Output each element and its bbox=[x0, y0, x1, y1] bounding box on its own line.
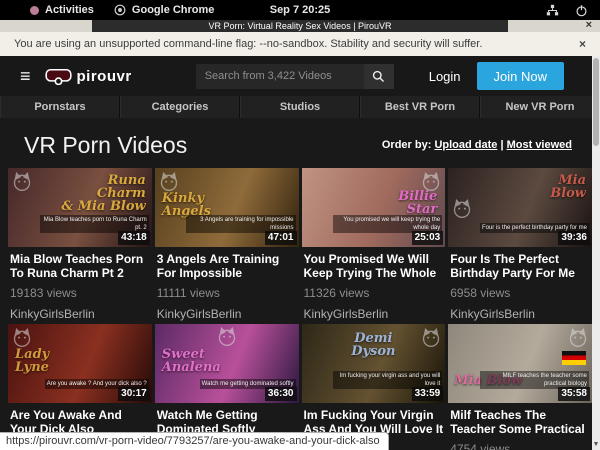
duration-badge: 43:18 bbox=[118, 231, 150, 245]
studio-watermark-icon bbox=[159, 171, 179, 193]
video-title[interactable]: Four Is The Perfect Birthday Party For M… bbox=[450, 252, 590, 280]
search-bar bbox=[196, 64, 394, 89]
studio-watermark-icon bbox=[568, 327, 588, 349]
tab-title: VR Porn: Virtual Reality Sex Videos | Pi… bbox=[208, 21, 391, 31]
video-views: 11326 views bbox=[304, 286, 444, 300]
video-card[interactable]: Kinky Angels 3 Angels are training for i… bbox=[155, 168, 299, 321]
app-menu-button[interactable]: Google Chrome bbox=[114, 4, 215, 16]
video-thumbnail[interactable]: Mia Blow MILF teaches the teacher some p… bbox=[448, 324, 592, 403]
video-thumbnail[interactable]: Sweet Analena Watch me getting dominated… bbox=[155, 324, 299, 403]
video-views: 4754 views bbox=[450, 442, 590, 450]
video-views: 6958 views bbox=[450, 286, 590, 300]
video-thumbnail[interactable]: Billie Star You promised we will keep tr… bbox=[302, 168, 446, 247]
order-most-viewed-link[interactable]: Most viewed bbox=[507, 139, 572, 151]
video-card[interactable]: Billie Star You promised we will keep tr… bbox=[302, 168, 446, 321]
video-thumbnail[interactable]: Demi Dyson Im fucking your virgin ass an… bbox=[302, 324, 446, 403]
studio-watermark-icon bbox=[217, 326, 237, 348]
status-url-tooltip: https://pirouvr.com/vr-porn-video/779325… bbox=[0, 432, 389, 450]
order-by-controls: Order by: Upload date | Most viewed bbox=[382, 139, 572, 151]
page-scrollbar[interactable]: ▼ bbox=[592, 56, 600, 450]
order-upload-date-link[interactable]: Upload date bbox=[434, 139, 497, 151]
video-studio-link[interactable]: KinkyGirlsBerlin bbox=[10, 307, 150, 321]
infobar-message: You are using an unsupported command-lin… bbox=[14, 38, 482, 50]
video-views: 11111 views bbox=[157, 286, 297, 300]
search-input[interactable] bbox=[196, 64, 364, 89]
thumbnail-overlay-title: Mia Blow bbox=[550, 174, 586, 200]
duration-badge: 25:03 bbox=[412, 231, 444, 245]
duration-badge: 47:01 bbox=[265, 231, 297, 245]
video-title[interactable]: Mia Blow Teaches Porn To Runa Charm Pt 2 bbox=[10, 252, 150, 280]
video-grid: Runa Charm & Mia Blow Mia Blow teaches p… bbox=[8, 168, 592, 450]
network-tray-icon[interactable] bbox=[546, 4, 559, 17]
nav-item-best-vr[interactable]: Best VR Porn bbox=[360, 96, 480, 118]
video-card[interactable]: Runa Charm & Mia Blow Mia Blow teaches p… bbox=[8, 168, 152, 321]
page-title: VR Porn Videos bbox=[24, 131, 187, 159]
vr-goggles-icon bbox=[45, 68, 72, 85]
system-bar: Activities Google Chrome Sep 7 20:25 bbox=[0, 0, 600, 20]
activities-label: Activities bbox=[45, 4, 94, 16]
power-icon[interactable] bbox=[575, 4, 588, 17]
site-header: ≡ pirouvr Login Join Now bbox=[0, 56, 600, 96]
nav-item-new-vr[interactable]: New VR Porn bbox=[480, 96, 600, 118]
thumbnail-overlay-title: Demi Dyson bbox=[302, 332, 446, 358]
video-thumbnail[interactable]: Kinky Angels 3 Angels are training for i… bbox=[155, 168, 299, 247]
main-nav: Pornstars Categories Studios Best VR Por… bbox=[0, 96, 600, 118]
duration-badge: 39:36 bbox=[558, 231, 590, 245]
video-studio-link[interactable]: KinkyGirlsBerlin bbox=[450, 307, 590, 321]
tab-close-icon[interactable]: × bbox=[586, 19, 592, 31]
order-separator: | bbox=[500, 139, 503, 151]
activities-button[interactable]: Activities bbox=[30, 4, 94, 16]
browser-tab-strip: VR Porn: Virtual Reality Sex Videos | Pi… bbox=[0, 20, 600, 32]
video-title[interactable]: You Promised We Will Keep Trying The Who… bbox=[304, 252, 444, 280]
chrome-icon bbox=[114, 4, 126, 16]
hamburger-menu-icon[interactable]: ≡ bbox=[20, 67, 31, 85]
video-title[interactable]: 3 Angels Are Training For Impossible Mis… bbox=[157, 252, 297, 280]
search-button[interactable] bbox=[364, 64, 394, 89]
video-card[interactable]: Mia Blow Four is the perfect birthday pa… bbox=[448, 168, 592, 321]
site-logo[interactable]: pirouvr bbox=[45, 68, 132, 85]
activities-icon bbox=[30, 6, 39, 15]
video-thumbnail[interactable]: Runa Charm & Mia Blow Mia Blow teaches p… bbox=[8, 168, 152, 247]
app-menu-label: Google Chrome bbox=[132, 4, 215, 16]
video-thumbnail[interactable]: Lady Lyne Are you awake ? And your dick … bbox=[8, 324, 152, 403]
infobar-close-icon[interactable]: × bbox=[579, 37, 586, 51]
video-thumbnail[interactable]: Mia Blow Four is the perfect birthday pa… bbox=[448, 168, 592, 247]
nav-item-studios[interactable]: Studios bbox=[240, 96, 360, 118]
video-views: 19183 views bbox=[10, 286, 150, 300]
video-studio-link[interactable]: KinkyGirlsBerlin bbox=[304, 307, 444, 321]
studio-watermark-icon bbox=[12, 171, 32, 193]
thumbnail-overlay-title: Runa Charm & Mia Blow bbox=[61, 174, 145, 213]
thumbnail-overlay-title: Billie Star bbox=[302, 190, 438, 216]
studio-watermark-icon bbox=[452, 198, 472, 220]
search-icon bbox=[372, 70, 385, 83]
thumbnail-overlay-title: Lady Lyne bbox=[15, 348, 49, 374]
browser-tab[interactable]: VR Porn: Virtual Reality Sex Videos | Pi… bbox=[92, 20, 508, 32]
scrollbar-down-arrow-icon[interactable]: ▼ bbox=[592, 441, 600, 449]
video-studio-link[interactable]: KinkyGirlsBerlin bbox=[157, 307, 297, 321]
nav-item-categories[interactable]: Categories bbox=[120, 96, 240, 118]
german-flag-icon bbox=[562, 351, 586, 365]
system-clock[interactable]: Sep 7 20:25 bbox=[270, 4, 331, 16]
video-title[interactable]: Milf Teaches The Teacher Some Practical … bbox=[450, 408, 590, 436]
video-card[interactable]: Mia Blow MILF teaches the teacher some p… bbox=[448, 324, 592, 450]
duration-badge: 30:17 bbox=[118, 387, 150, 401]
scrollbar-thumb[interactable] bbox=[593, 58, 599, 146]
duration-badge: 33:59 bbox=[412, 387, 444, 401]
thumbnail-overlay-title: Sweet Analena bbox=[162, 348, 221, 374]
nav-item-pornstars[interactable]: Pornstars bbox=[0, 96, 120, 118]
duration-badge: 35:58 bbox=[558, 387, 590, 401]
logo-text: pirouvr bbox=[77, 68, 132, 85]
login-link[interactable]: Login bbox=[429, 69, 461, 84]
order-by-label: Order by: bbox=[382, 139, 432, 151]
duration-badge: 36:30 bbox=[265, 387, 297, 401]
studio-watermark-icon bbox=[12, 327, 32, 349]
sandbox-warning-infobar: You are using an unsupported command-lin… bbox=[0, 32, 600, 56]
join-now-button[interactable]: Join Now bbox=[477, 62, 564, 90]
